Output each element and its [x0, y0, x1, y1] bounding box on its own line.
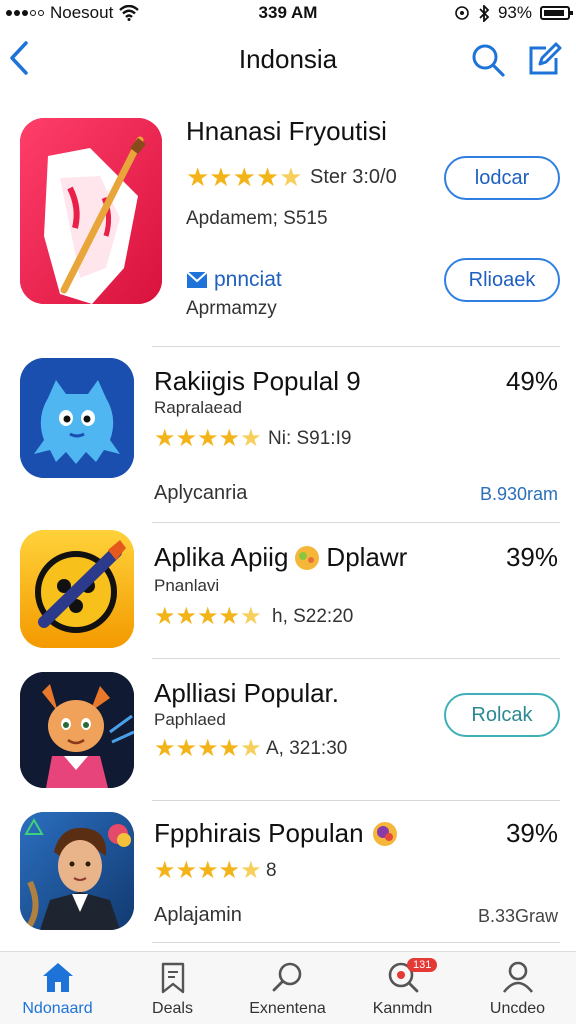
app-developer: Paphlaed — [154, 710, 226, 729]
rating-stars: ★★★★★ — [154, 735, 262, 762]
deals-icon — [161, 962, 185, 994]
featured-app-name: Hnanasi Fryoutisi — [186, 116, 387, 146]
app-icon[interactable] — [20, 358, 134, 478]
search-button[interactable] — [470, 42, 506, 78]
tab-label: Uncdeo — [489, 1000, 546, 1017]
profile-icon — [502, 961, 534, 993]
app-name: Aplika Apiig — [154, 542, 289, 572]
featured-app[interactable]: Hnanasi Fryoutisi ★★★★★ Ster 3:0/0 Apdam… — [0, 100, 576, 330]
tab-label: Exnentena — [249, 1000, 326, 1017]
app-category: Aplajamin — [154, 904, 242, 926]
app-rating-text: Ni: S91:I9 — [268, 428, 352, 449]
tab-label: Kanmdn — [372, 1000, 433, 1017]
divider — [152, 942, 560, 943]
emoji-icon — [295, 545, 320, 570]
app-percent: 39% — [505, 818, 558, 848]
tab-search[interactable]: Exnentena — [230, 952, 345, 1024]
tab-label: Ndonaard — [22, 1000, 93, 1017]
rating-stars: ★★★★★ — [154, 603, 262, 630]
paint-brush-icon — [20, 118, 162, 304]
featured-tag: pnnciat — [186, 268, 282, 292]
featured-meta: Apdamem; S515 — [186, 208, 328, 229]
bluetooth-icon — [479, 4, 490, 22]
rating-stars: ★★★★★ — [154, 857, 262, 884]
app-developer: Pnanlavi — [154, 576, 220, 595]
status-bar: Noesout 339 AM 93% — [0, 0, 576, 26]
app-percent: 39% — [505, 542, 558, 572]
navigation-bar: Indonsia — [0, 30, 576, 94]
search-icon — [272, 962, 302, 992]
emoji-icon — [372, 821, 397, 846]
app-rating-text: A, 321:30 — [266, 738, 348, 759]
app-icon[interactable] — [20, 672, 134, 788]
featured-rating-text: Ster 3:0/0 — [310, 166, 397, 188]
home-icon — [43, 963, 73, 992]
app-percent: 49% — [505, 366, 558, 396]
divider — [152, 658, 560, 659]
app-name-suffix: Dplawr — [326, 542, 408, 572]
tab-profile[interactable]: Uncdeo — [460, 952, 575, 1024]
app-name: Rakiigis Populal 9 — [154, 366, 361, 396]
app-name: Aplliasi Popular. — [154, 678, 339, 708]
monster-icon — [20, 358, 134, 478]
status-right: 93% — [454, 3, 573, 23]
divider — [152, 346, 560, 347]
app-rating-text: 8 — [266, 860, 277, 881]
search-icon — [472, 44, 505, 77]
rating-stars: ★★★★★ — [154, 425, 262, 452]
tab-deals[interactable]: Deals — [115, 952, 230, 1024]
rating-stars: ★★★★★ — [186, 162, 303, 192]
tab-updates[interactable]: 131 Kanmdn — [345, 952, 460, 1024]
battery-percent: 93% — [497, 3, 532, 22]
featured-app-icon[interactable] — [20, 118, 162, 304]
tab-home[interactable]: Ndonaard — [0, 952, 115, 1024]
notification-badge: 131 — [407, 958, 438, 972]
open-button[interactable]: Rlioaek — [444, 258, 560, 302]
app-size: B.930ram — [479, 484, 558, 504]
get-button[interactable]: lodcar — [444, 156, 560, 200]
app-icon[interactable] — [20, 812, 134, 930]
app-category: Aplycanria — [154, 482, 248, 504]
battery-icon — [540, 6, 573, 20]
app-name-group: Fpphirais Populan — [154, 818, 398, 849]
app-name: Fpphirais Populan — [154, 818, 364, 848]
divider — [152, 800, 560, 801]
featured-meta-secondary: Aprmamzy — [186, 298, 277, 319]
tab-label: Deals — [152, 1000, 193, 1017]
no-paint-icon — [20, 530, 134, 648]
tab-bar: Ndonaard Deals Exnentena 131 Kanmdn Uncd… — [0, 951, 576, 1024]
portrait-icon — [20, 812, 134, 930]
compose-icon — [529, 42, 562, 75]
app-icon[interactable] — [20, 530, 134, 648]
mail-icon — [186, 271, 208, 288]
app-developer: Rapralaead — [154, 398, 242, 417]
fox-character-icon — [20, 672, 134, 788]
compose-button[interactable] — [526, 42, 562, 78]
divider — [152, 522, 560, 523]
featured-tag-text: pnnciat — [214, 268, 282, 291]
open-button[interactable]: Rolcak — [444, 693, 560, 737]
app-rating-text: h, S22:20 — [272, 606, 354, 627]
orientation-lock-icon — [455, 6, 469, 20]
app-size: B.33Graw — [477, 906, 558, 926]
app-name-group: Aplika Apiig Dplawr — [154, 542, 407, 573]
